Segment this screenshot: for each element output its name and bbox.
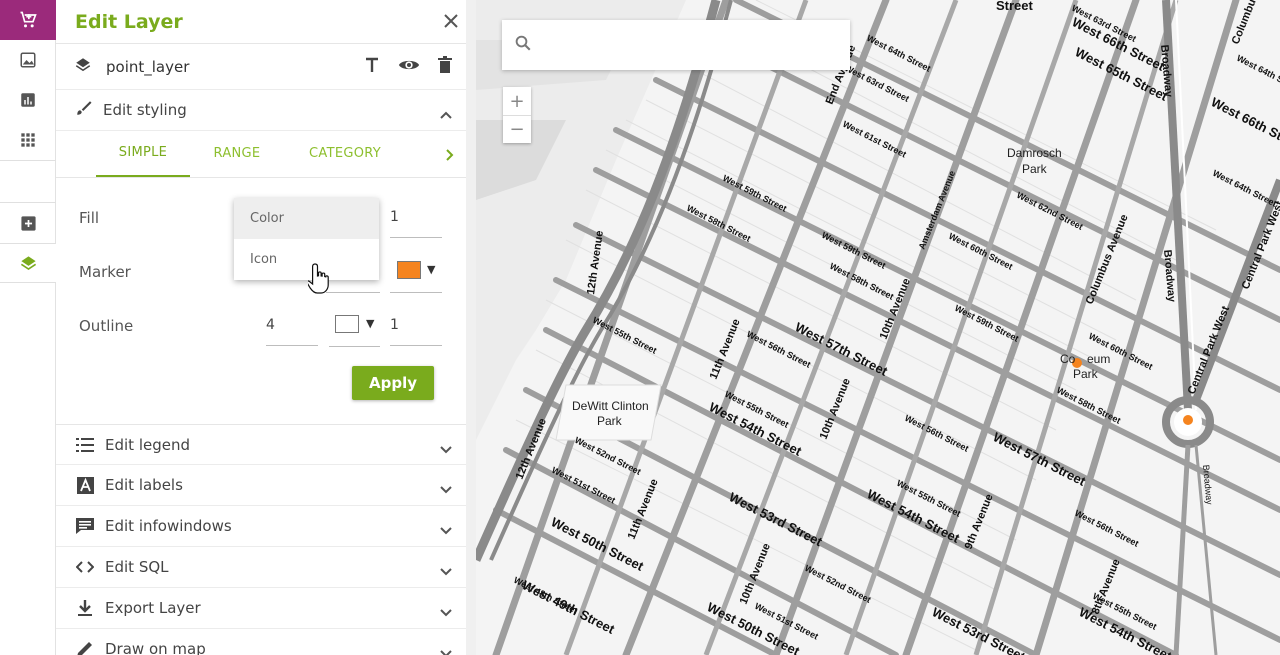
map-label: Damrosch	[1007, 146, 1062, 160]
outline-opacity-input[interactable]: 1	[390, 317, 442, 346]
chevron-down-icon[interactable]	[440, 520, 452, 539]
zoom-out-button[interactable]: −	[503, 115, 531, 143]
pencil-icon	[75, 641, 95, 655]
section-export-layer[interactable]: Export Layer	[56, 588, 466, 629]
street-map[interactable]: West 64th Street West 63rd Street West 6…	[476, 0, 1280, 655]
panel-scrollbar[interactable]	[466, 0, 476, 655]
dropdown-option-color[interactable]: Color	[234, 198, 379, 239]
chevron-up-icon[interactable]	[440, 104, 452, 123]
section-label: Edit SQL	[105, 558, 169, 576]
outline-label: Outline	[79, 317, 134, 335]
chevron-right-icon[interactable]	[446, 146, 454, 165]
label-icon	[75, 476, 95, 494]
chevron-down-icon[interactable]	[440, 479, 452, 498]
layers-icon[interactable]	[0, 243, 56, 283]
map-label: DeWitt Clinton	[572, 399, 649, 413]
download-icon	[75, 600, 95, 616]
section-edit-labels[interactable]: Edit labels	[56, 465, 466, 506]
code-icon	[75, 561, 95, 573]
search-icon	[514, 34, 532, 56]
map-label: Park	[597, 414, 623, 428]
map-view[interactable]: West 64th Street West 63rd Street West 6…	[476, 0, 1280, 655]
tab-category[interactable]: CATEGORY	[284, 130, 406, 177]
image-icon[interactable]	[0, 40, 56, 80]
layer-row: point_layer	[56, 44, 466, 90]
close-icon[interactable]	[440, 10, 462, 32]
list-icon	[75, 437, 95, 452]
map-point-marker[interactable]	[1183, 415, 1193, 425]
chevron-down-icon[interactable]	[440, 602, 452, 621]
hand-cursor-icon	[306, 262, 334, 300]
tab-simple[interactable]: SIMPLE	[96, 130, 190, 177]
brush-icon	[75, 99, 93, 121]
styling-tabs: SIMPLE RANGE CATEGORY	[56, 131, 466, 178]
outline-color-swatch[interactable]	[335, 315, 359, 333]
layer-name: point_layer	[106, 57, 190, 76]
map-label: Park	[1073, 367, 1099, 381]
section-label: Edit infowindows	[105, 517, 232, 535]
dropdown-option-icon[interactable]: Icon	[234, 239, 379, 280]
grid-icon[interactable]	[0, 120, 56, 160]
tab-range[interactable]: RANGE	[190, 130, 284, 177]
section-edit-sql[interactable]: Edit SQL	[56, 547, 466, 588]
outline-width-input[interactable]: 4	[266, 317, 318, 346]
section-edit-legend[interactable]: Edit legend	[56, 424, 466, 465]
chevron-down-icon[interactable]	[440, 643, 452, 655]
panel-title: Edit Layer	[75, 10, 183, 33]
edit-layer-panel: Edit Layer point_layer Edit styling SIMP…	[56, 0, 476, 655]
apply-button[interactable]: Apply	[352, 366, 434, 400]
section-label: Export Layer	[105, 599, 201, 617]
section-label: Edit labels	[105, 476, 183, 494]
marker-type-dropdown: Color Icon	[234, 198, 379, 280]
caret-down-icon[interactable]: ▼	[366, 317, 374, 330]
chevron-down-icon[interactable]	[440, 561, 452, 580]
panel-header: Edit Layer	[56, 0, 466, 44]
left-rail	[0, 0, 56, 655]
section-draw-on-map[interactable]: Draw on map	[56, 629, 466, 655]
map-label: Street	[996, 0, 1034, 13]
chart-icon[interactable]	[0, 80, 56, 120]
zoom-control: + −	[503, 87, 531, 143]
map-label: Co	[1060, 352, 1076, 366]
section-edit-styling[interactable]: Edit styling	[56, 90, 466, 131]
cart-icon[interactable]	[0, 0, 56, 40]
caret-down-icon[interactable]: ▼	[427, 263, 435, 276]
map-search-input[interactable]	[542, 36, 832, 54]
fill-opacity-input[interactable]: 1	[390, 209, 442, 238]
zoom-in-button[interactable]: +	[503, 87, 531, 115]
section-label: Edit legend	[105, 435, 190, 454]
styling-form: Fill 1 Marker ▼ Outline 4 ▼ 1 Color Icon…	[56, 178, 466, 424]
section-edit-infowindows[interactable]: Edit infowindows	[56, 506, 466, 547]
text-icon[interactable]	[364, 56, 380, 78]
fill-label: Fill	[79, 209, 100, 227]
section-label: Draw on map	[105, 640, 206, 655]
map-label: Park	[1022, 162, 1048, 176]
section-label: Edit styling	[103, 101, 187, 119]
marker-color-swatch[interactable]	[397, 261, 421, 279]
add-box-icon[interactable]	[0, 203, 56, 243]
trash-icon[interactable]	[438, 56, 452, 78]
marker-label: Marker	[79, 263, 131, 281]
infowindow-icon	[75, 518, 95, 534]
map-search-box[interactable]	[502, 20, 850, 70]
map-label: eum	[1087, 352, 1110, 366]
chevron-down-icon[interactable]	[440, 439, 452, 458]
layers-icon	[74, 56, 92, 78]
eye-icon[interactable]	[398, 56, 420, 78]
